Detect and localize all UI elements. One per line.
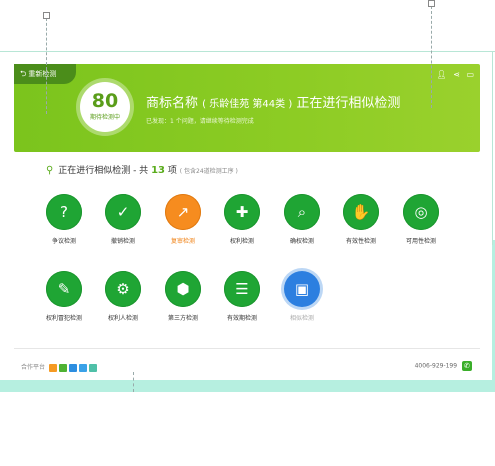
share-icon[interactable]: ⋖: [453, 70, 460, 79]
tool-icon[interactable]: ☰: [224, 271, 260, 307]
tool-icon[interactable]: ?: [46, 194, 82, 230]
tool-label: 争议检测: [51, 238, 76, 245]
guide-marker-right: [428, 0, 435, 7]
tool-label: 第三方检测: [167, 315, 198, 322]
header-actions: 👤︎ ⋖ ▭: [432, 70, 474, 79]
search-icon: ⚲: [46, 165, 54, 176]
phone-icon[interactable]: ✆: [462, 361, 472, 371]
frame-right-line: [492, 51, 493, 245]
guide-line-right: [431, 6, 432, 108]
tool-icon[interactable]: ⚙: [105, 271, 141, 307]
tool-icon[interactable]: ✚: [224, 194, 260, 230]
back-arrow-icon: ⮌: [20, 69, 27, 78]
tool-icon[interactable]: ✋: [343, 194, 379, 230]
partner-logo-icon[interactable]: [58, 363, 67, 372]
tool-item[interactable]: ✎ 权利冒犯检测: [35, 271, 93, 322]
tool-label: 复审检测: [170, 238, 195, 245]
tool-label: 可用性检测: [405, 238, 436, 245]
tool-icon[interactable]: ⬢: [165, 271, 201, 307]
header-banner: ⮌ 重新检测 80 期待检测中 商标名称 ( 乐龄佳苑 第44类 ) 正在进行相似…: [14, 64, 480, 152]
score-badge: 80 期待检测中: [80, 82, 130, 132]
tool-item[interactable]: ⚙ 权利人检测: [94, 271, 152, 322]
progress-summary: ⚲ 正在进行相似检测 - 共 13 项 ( 包含24道检测工序 ): [46, 165, 238, 176]
partner-logo-icon[interactable]: [68, 363, 77, 372]
tool-icon[interactable]: ✓: [105, 194, 141, 230]
tool-item[interactable]: ⌕ 确权检测: [273, 194, 331, 245]
tool-icon[interactable]: ✎: [46, 271, 82, 307]
user-icon[interactable]: 👤︎: [436, 70, 446, 79]
page-title: 商标名称 ( 乐龄佳苑 第44类 ) 正在进行相似检测: [146, 96, 401, 111]
tool-label: 撤销检测: [110, 238, 135, 245]
tool-item[interactable]: ▣ 相似检测: [273, 271, 331, 322]
tool-label: 确权检测: [289, 238, 314, 245]
tool-label: 有效期检测: [226, 315, 257, 322]
contact-phone: 4006-929-199 ✆: [415, 361, 472, 371]
restart-detection-button[interactable]: ⮌ 重新检测: [14, 64, 76, 84]
partner-logo-icon[interactable]: [48, 363, 57, 372]
tool-icon[interactable]: ◎: [403, 194, 439, 230]
tool-label: 有效性检测: [345, 238, 376, 245]
tool-label: 权利冒犯检测: [45, 315, 82, 322]
partner-platforms: 合作平台: [21, 362, 97, 372]
tool-item[interactable]: ⬢ 第三方检测: [154, 271, 212, 322]
tool-item[interactable]: ☰ 有效期检测: [213, 271, 271, 322]
tool-item[interactable]: ? 争议检测: [35, 194, 93, 245]
tool-item[interactable]: ✚ 权利检测: [213, 194, 271, 245]
tool-item[interactable]: ✋ 有效性检测: [332, 194, 390, 245]
tool-label: 相似检测: [289, 315, 314, 322]
status-subtitle: 已发现：1 个问题，请继续等待检测完成: [146, 118, 254, 125]
partner-logo-icon[interactable]: [78, 363, 87, 372]
score-label: 期待检测中: [89, 114, 120, 121]
guide-line-bottom: [133, 372, 134, 392]
detection-panel: ⮌ 重新检测 80 期待检测中 商标名称 ( 乐龄佳苑 第44类 ) 正在进行相似…: [0, 52, 492, 380]
tool-item[interactable]: ↗ 复审检测: [154, 194, 212, 245]
tool-icon[interactable]: ⌕: [284, 194, 320, 230]
guide-line-left: [46, 18, 47, 114]
tool-label: 权利人检测: [107, 315, 138, 322]
tool-item[interactable]: ◎ 可用性检测: [392, 194, 450, 245]
partner-logo-icon[interactable]: [88, 363, 97, 372]
message-icon[interactable]: ▭: [466, 70, 474, 79]
tool-label: 权利检测: [229, 238, 254, 245]
guide-marker-left: [43, 12, 50, 19]
tool-icon[interactable]: ↗: [165, 194, 201, 230]
footer-divider: [14, 348, 480, 349]
tool-item[interactable]: ✓ 撤销检测: [94, 194, 152, 245]
score-value: 80: [91, 90, 119, 112]
tool-icon[interactable]: ▣: [284, 271, 320, 307]
